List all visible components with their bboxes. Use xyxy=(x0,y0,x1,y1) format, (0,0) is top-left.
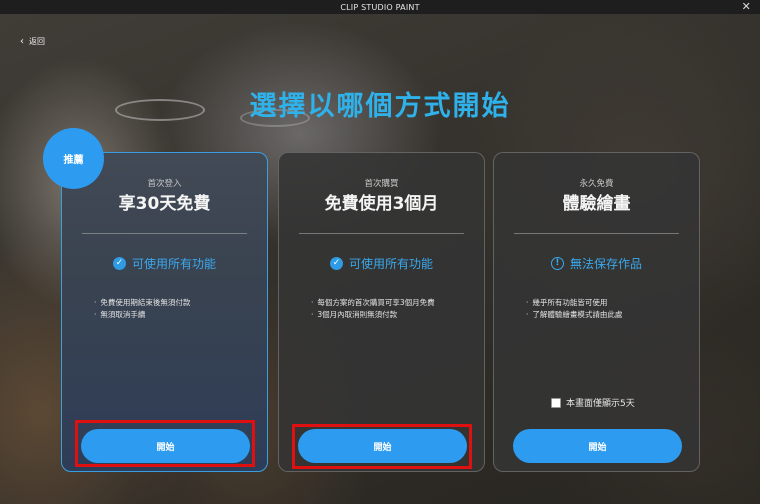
plan-details: 免費使用期結束後無須付款 無須取消手續 xyxy=(94,297,190,321)
detail-item: 3個月內取消則無須付款 xyxy=(311,309,435,321)
highlight-box xyxy=(292,424,472,469)
feature-label: 可使用所有功能 xyxy=(131,257,216,271)
checkbox-label: 本畫面僅顯示5天 xyxy=(566,399,635,409)
check-circle-icon: ✓ xyxy=(112,257,126,270)
feature-label: 可使用所有功能 xyxy=(348,257,433,271)
checkbox[interactable] xyxy=(551,397,561,408)
plan-feature: ✓ 可使用所有功能 xyxy=(62,255,267,272)
feature-label: 無法保存作品 xyxy=(569,257,642,271)
detail-item: 幾乎所有功能皆可使用 xyxy=(526,297,622,309)
divider xyxy=(514,233,679,234)
plan-subtitle: 首次購買 xyxy=(364,179,399,189)
plan-subtitle: 永久免費 xyxy=(579,179,614,189)
window-title: CLIP STUDIO PAINT xyxy=(340,2,420,12)
close-icon[interactable]: ✕ xyxy=(742,1,751,13)
plan-feature: ! 無法保存作品 xyxy=(494,255,699,272)
back-button[interactable]: ‹ 返回 xyxy=(20,36,45,47)
divider xyxy=(299,233,464,234)
plan-title: 體驗繪畫 xyxy=(562,194,631,214)
plan-subtitle: 首次登入 xyxy=(147,179,182,189)
badge-label: 推薦 xyxy=(63,155,84,166)
start-button[interactable]: 開始 xyxy=(513,429,682,463)
detail-item: 了解體驗繪畫模式請由此處 xyxy=(526,309,622,321)
plan-title: 享30天免費 xyxy=(118,194,211,214)
plan-card-drawing-trial: 永久免費 體驗繪畫 ! 無法保存作品 幾乎所有功能皆可使用 了解體驗繪畫模式請由… xyxy=(493,152,700,472)
detail-item: 每個方案的首次購買可享3個月免費 xyxy=(311,297,434,309)
plan-title: 免費使用3個月 xyxy=(324,194,439,214)
recommended-badge: 推薦 xyxy=(42,127,105,190)
plan-feature: ✓ 可使用所有功能 xyxy=(279,255,484,272)
chevron-left-icon: ‹ xyxy=(20,35,24,47)
detail-item: 無須取消手續 xyxy=(94,309,190,321)
detail-item: 免費使用期結束後無須付款 xyxy=(94,297,190,309)
back-label: 返回 xyxy=(29,37,45,46)
title-bar: CLIP STUDIO PAINT ✕ xyxy=(0,0,760,14)
check-circle-icon: ✓ xyxy=(329,257,343,270)
divider xyxy=(82,233,247,234)
plan-details: 每個方案的首次購買可享3個月免費 3個月內取消則無須付款 xyxy=(311,297,435,321)
page-title: 選擇以哪個方式開始 xyxy=(249,91,511,122)
highlight-box xyxy=(75,420,255,467)
plan-details: 幾乎所有功能皆可使用 了解體驗繪畫模式請由此處 xyxy=(526,297,622,321)
show-5-days-option[interactable]: 本畫面僅顯示5天 xyxy=(551,396,635,409)
info-circle-icon: ! xyxy=(550,257,564,270)
